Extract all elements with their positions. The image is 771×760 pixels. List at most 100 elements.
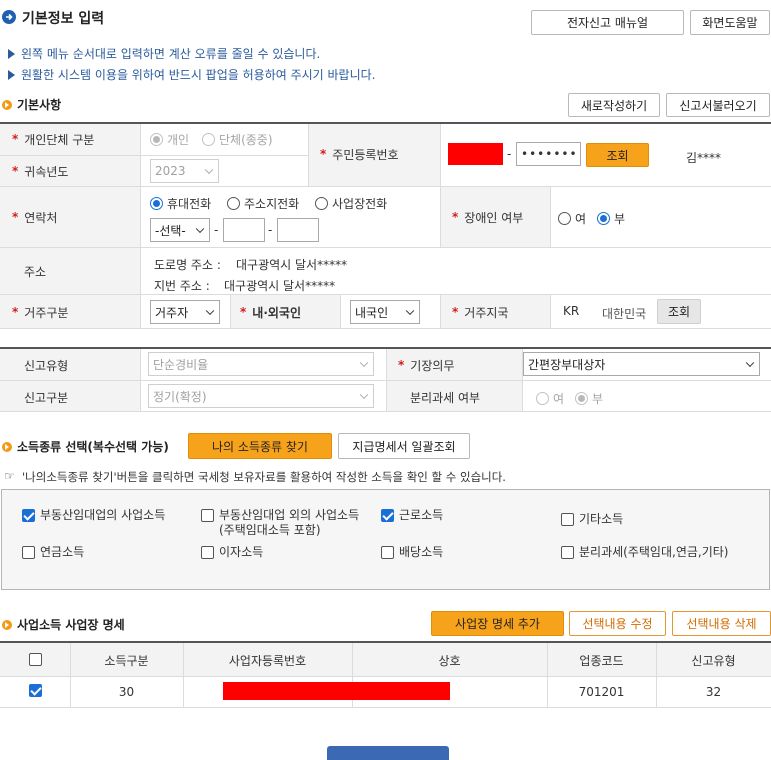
road-address-value: 대구광역시 달서***** xyxy=(236,258,348,272)
road-address-label: 도로명 주소 : xyxy=(154,258,221,272)
phone-type-business[interactable]: 사업장전화 xyxy=(315,195,387,212)
business-title-text: 사업소득 사업장 명세 xyxy=(17,618,125,632)
required-mark: * xyxy=(12,164,19,178)
col-divider xyxy=(386,349,387,411)
person-type-group[interactable]: 단체(종중) xyxy=(202,131,273,148)
income-earned[interactable]: 근로소득 xyxy=(381,508,443,523)
bulk-lookup-button[interactable]: 지급명세서 일괄조회 xyxy=(338,433,470,459)
phone-type-mobile[interactable]: 휴대전화 xyxy=(150,195,211,212)
separate-tax-label: 분리과세 여부 xyxy=(410,390,481,405)
year-label: * 귀속년도 xyxy=(12,163,68,179)
basic-section-title: 기본사항 xyxy=(2,96,61,113)
triangle-bullet-icon xyxy=(8,69,15,80)
person-type-label-text: 개인단체 구분 xyxy=(24,132,95,147)
disabled-no[interactable]: 부 xyxy=(597,210,625,227)
edit-selected-button[interactable]: 선택내용 수정 xyxy=(569,611,666,636)
income-pension[interactable]: 연금소득 xyxy=(22,545,84,560)
radio-circle xyxy=(536,392,549,405)
checkbox xyxy=(201,509,214,522)
col-divider xyxy=(440,124,441,186)
rrn-back-input[interactable]: ••••••• xyxy=(516,142,581,166)
income-label: 분리과세(주택임대,연금,기타) xyxy=(579,545,729,559)
col-divider xyxy=(550,295,551,328)
income-interest[interactable]: 이자소득 xyxy=(201,545,263,560)
nationality-select[interactable]: 내국인 xyxy=(350,300,420,324)
report-type-select[interactable]: 단순경비율 xyxy=(148,352,374,376)
radio-circle xyxy=(315,197,328,210)
col-divider xyxy=(140,124,141,328)
col-divider xyxy=(308,124,309,186)
checkbox xyxy=(22,509,35,522)
report-kind-value: 정기(확정) xyxy=(153,389,207,404)
country-code: KR xyxy=(563,304,580,318)
income-other[interactable]: 기타소득 xyxy=(561,512,623,527)
section-bullet-icon xyxy=(2,99,12,110)
help-button[interactable]: 화면도움말 xyxy=(690,10,770,35)
page-title-icon xyxy=(2,10,16,24)
table-row-checkbox[interactable] xyxy=(29,683,47,697)
chevron-down-icon xyxy=(205,306,215,316)
required-mark: * xyxy=(398,358,405,372)
checkbox xyxy=(381,546,394,559)
phone-type-home[interactable]: 주소지전화 xyxy=(227,195,299,212)
separate-tax-no[interactable]: 부 xyxy=(575,390,603,407)
section-bullet-icon xyxy=(2,619,12,630)
manual-button[interactable]: 전자신고 매뉴얼 xyxy=(531,10,684,35)
radio-label: 개인 xyxy=(167,133,190,147)
country-label: * 거주지국 xyxy=(452,304,508,320)
income-dividend[interactable]: 배당소득 xyxy=(381,545,443,560)
bookkeeping-select[interactable]: 간편장부대상자 xyxy=(523,352,760,376)
cell-industry-code: 701201 xyxy=(578,685,625,699)
income-other-business[interactable]: 부동산임대업 외의 사업소득 (주택임대소득 포함) xyxy=(201,508,359,538)
info-text-2: 원활한 시스템 이용을 위하여 반드시 팝업을 허용하여 주시기 바랍니다. xyxy=(21,68,376,82)
add-business-button[interactable]: 사업장 명세 추가 xyxy=(431,611,564,636)
col-divider xyxy=(440,295,441,328)
checkbox xyxy=(22,546,35,559)
income-type-box xyxy=(1,489,770,590)
lot-address-label: 지번 주소 : xyxy=(154,279,210,293)
person-type-individual[interactable]: 개인 xyxy=(150,131,189,148)
report-type-value: 단순경비율 xyxy=(153,357,209,372)
find-income-button[interactable]: 나의 소득종류 찾기 xyxy=(188,433,332,459)
report-type-label: 신고유형 xyxy=(24,358,69,373)
phone-prefix-select[interactable]: -선택- xyxy=(150,218,210,242)
chevron-down-icon xyxy=(204,165,214,175)
year-label-text: 귀속년도 xyxy=(24,164,69,179)
report-kind-select[interactable]: 정기(확정) xyxy=(148,384,374,408)
rrn-lookup-button[interactable]: 조회 xyxy=(586,143,649,167)
nationality-value: 내국인 xyxy=(355,305,389,320)
lot-address-value: 대구광역시 달서***** xyxy=(224,279,336,293)
income-real-estate-rental[interactable]: 부동산임대업의 사업소득 xyxy=(22,508,165,523)
required-mark: * xyxy=(240,305,247,319)
income-label: 근로소득 xyxy=(399,508,444,522)
income-section-title: 소득종류 선택(복수선택 가능) xyxy=(2,438,169,455)
country-lookup-button[interactable]: 조회 xyxy=(657,299,701,324)
phone-dash: - xyxy=(214,223,219,237)
label-bg xyxy=(0,248,140,294)
select-all-checkbox[interactable] xyxy=(29,652,47,666)
income-label-wrap: 부동산임대업 외의 사업소득 (주택임대소득 포함) xyxy=(219,508,359,538)
separate-tax-yes[interactable]: 여 xyxy=(536,390,564,407)
load-form-button[interactable]: 신고서불러오기 xyxy=(666,93,770,117)
chevron-down-icon xyxy=(745,358,755,368)
year-select[interactable]: 2023 xyxy=(150,159,219,183)
bookkeeping-value: 간편장부대상자 xyxy=(528,357,606,372)
radio-circle xyxy=(227,197,240,210)
nationality-label: * 내·외국인 xyxy=(240,304,301,320)
phone-last-input[interactable] xyxy=(277,218,319,242)
disabled-yes[interactable]: 여 xyxy=(558,210,586,227)
info-text-1: 왼쪽 메뉴 순서대로 입력하면 계산 오류를 줄일 수 있습니다. xyxy=(21,47,321,61)
new-form-button[interactable]: 새로작성하기 xyxy=(568,93,660,117)
residence-value: 거주자 xyxy=(155,305,189,320)
info-line-2: 원활한 시스템 이용을 위하여 반드시 팝업을 허용하여 주시기 바랍니다. xyxy=(8,66,376,83)
radio-circle xyxy=(202,133,215,146)
row-divider xyxy=(0,328,771,329)
residence-select[interactable]: 거주자 xyxy=(150,300,220,324)
phone-middle-input[interactable] xyxy=(223,218,265,242)
country-label-text: 거주지국 xyxy=(464,305,509,320)
delete-selected-button[interactable]: 선택내용 삭제 xyxy=(672,611,771,636)
col-header-report-type: 신고유형 xyxy=(691,654,736,668)
income-label: 부동산임대업 외의 사업소득 xyxy=(219,508,360,522)
income-separate-tax[interactable]: 분리과세(주택임대,연금,기타) xyxy=(561,545,728,560)
bookkeeping-label: * 기장의무 xyxy=(398,357,454,373)
